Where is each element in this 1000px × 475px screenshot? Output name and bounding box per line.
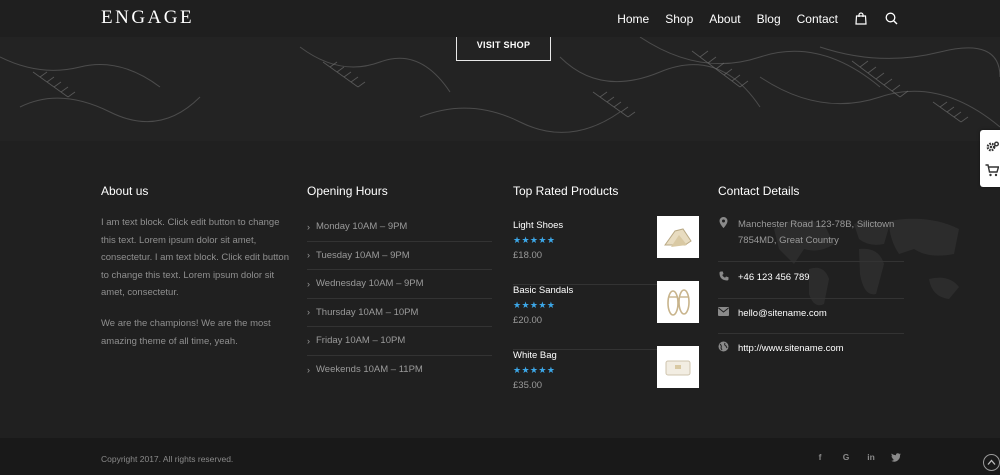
nav-about[interactable]: About [709, 12, 740, 26]
about-text-2: We are the champions! We are the most am… [101, 318, 271, 347]
contact-address: Manchester Road 123-78B, Silictown 7854M… [738, 219, 895, 246]
contact-website-row: http://www.sitename.com [718, 341, 904, 369]
nav-blog[interactable]: Blog [757, 12, 781, 26]
google-icon[interactable]: G [840, 451, 852, 463]
contact-email[interactable]: hello@sitename.com [738, 306, 904, 322]
page: ENGAGE Home Shop About Blog Contact VISI… [0, 0, 1000, 475]
opening-hours-list: › Monday 10AM – 9PM › Tuesday 10AM – 9PM ›… [307, 213, 492, 384]
opening-hours-title: Opening Hours [307, 184, 388, 198]
facebook-icon[interactable]: f [814, 451, 826, 463]
contact-email-row: hello@sitename.com [718, 306, 904, 334]
site-logo[interactable]: ENGAGE [101, 7, 194, 29]
list-item: › Friday 10AM – 10PM [307, 327, 492, 356]
about-text: I am text block. Click edit button to ch… [101, 217, 289, 298]
list-item: › Tuesday 10AM – 9PM [307, 242, 492, 270]
star-rating: ★★★★★ [513, 300, 556, 310]
product-name[interactable]: Light Shoes [513, 220, 563, 231]
contact-website[interactable]: http://www.sitename.com [738, 341, 904, 357]
footer-bottom-bar: Copyright 2017. All rights reserved. f G… [0, 438, 1000, 475]
product-price: £20.00 [513, 315, 543, 326]
product-item[interactable]: Light Shoes ★★★★★ £18.00 [513, 216, 699, 285]
main-nav: Home Shop About Blog Contact [617, 0, 1000, 37]
about-title: About us [101, 184, 149, 198]
globe-icon [718, 341, 729, 352]
chevron-right-icon: › [307, 250, 310, 261]
contact-details-title: Contact Details [718, 184, 800, 198]
chevron-up-icon [987, 459, 996, 465]
chevron-right-icon: › [307, 364, 310, 375]
product-name[interactable]: Basic Sandals [513, 285, 573, 296]
visit-shop-button[interactable]: VISIT SHOP [456, 37, 551, 61]
map-marker-icon [718, 217, 729, 228]
phone-icon [718, 270, 729, 281]
nav-shop[interactable]: Shop [665, 12, 693, 26]
product-image[interactable] [657, 216, 699, 258]
gears-icon[interactable] [985, 140, 999, 154]
chevron-right-icon: › [307, 221, 310, 232]
contact-phone[interactable]: +46 123 456 789 [738, 270, 904, 286]
search-icon[interactable] [884, 12, 898, 26]
linkedin-icon[interactable]: in [865, 451, 877, 463]
star-rating: ★★★★★ [513, 235, 556, 245]
top-rated-title: Top Rated Products [513, 184, 619, 198]
chevron-right-icon: › [307, 307, 310, 318]
side-panel-toggle[interactable] [980, 130, 1000, 187]
shopping-bag-icon[interactable] [854, 12, 868, 26]
list-item: › Weekends 10AM – 11PM [307, 364, 423, 376]
product-item[interactable]: Basic Sandals ★★★★★ £20.00 [513, 281, 699, 350]
chevron-right-icon: › [307, 335, 310, 346]
twitter-icon[interactable] [890, 451, 902, 463]
copyright-text: Copyright 2017. All rights reserved. [101, 454, 234, 464]
product-price: £35.00 [513, 380, 543, 391]
contact-phone-row: +46 123 456 789 [718, 270, 904, 299]
footer: About us I am text block. Click edit but… [0, 141, 1000, 438]
product-image[interactable] [657, 281, 699, 323]
site-header: ENGAGE Home Shop About Blog Contact [0, 0, 1000, 37]
nav-home[interactable]: Home [617, 12, 649, 26]
list-item: › Monday 10AM – 9PM [307, 213, 492, 242]
contact-address-row: Manchester Road 123-78B, Silictown 7854M… [718, 217, 904, 262]
product-name[interactable]: White Bag [513, 350, 557, 361]
hero-banner: VISIT SHOP [0, 37, 1000, 141]
product-price: £18.00 [513, 250, 543, 261]
chevron-right-icon: › [307, 278, 310, 289]
star-rating: ★★★★★ [513, 365, 556, 375]
envelope-icon [718, 306, 729, 317]
product-item[interactable]: White Bag ★★★★★ £35.00 [513, 346, 699, 415]
scroll-to-top-button[interactable] [983, 454, 1000, 471]
nav-contact[interactable]: Contact [797, 12, 838, 26]
product-image[interactable] [657, 346, 699, 388]
list-item: › Wednesday 10AM – 9PM [307, 270, 492, 299]
cart-icon[interactable] [985, 164, 1000, 178]
list-item: › Thursday 10AM – 10PM [307, 299, 492, 327]
